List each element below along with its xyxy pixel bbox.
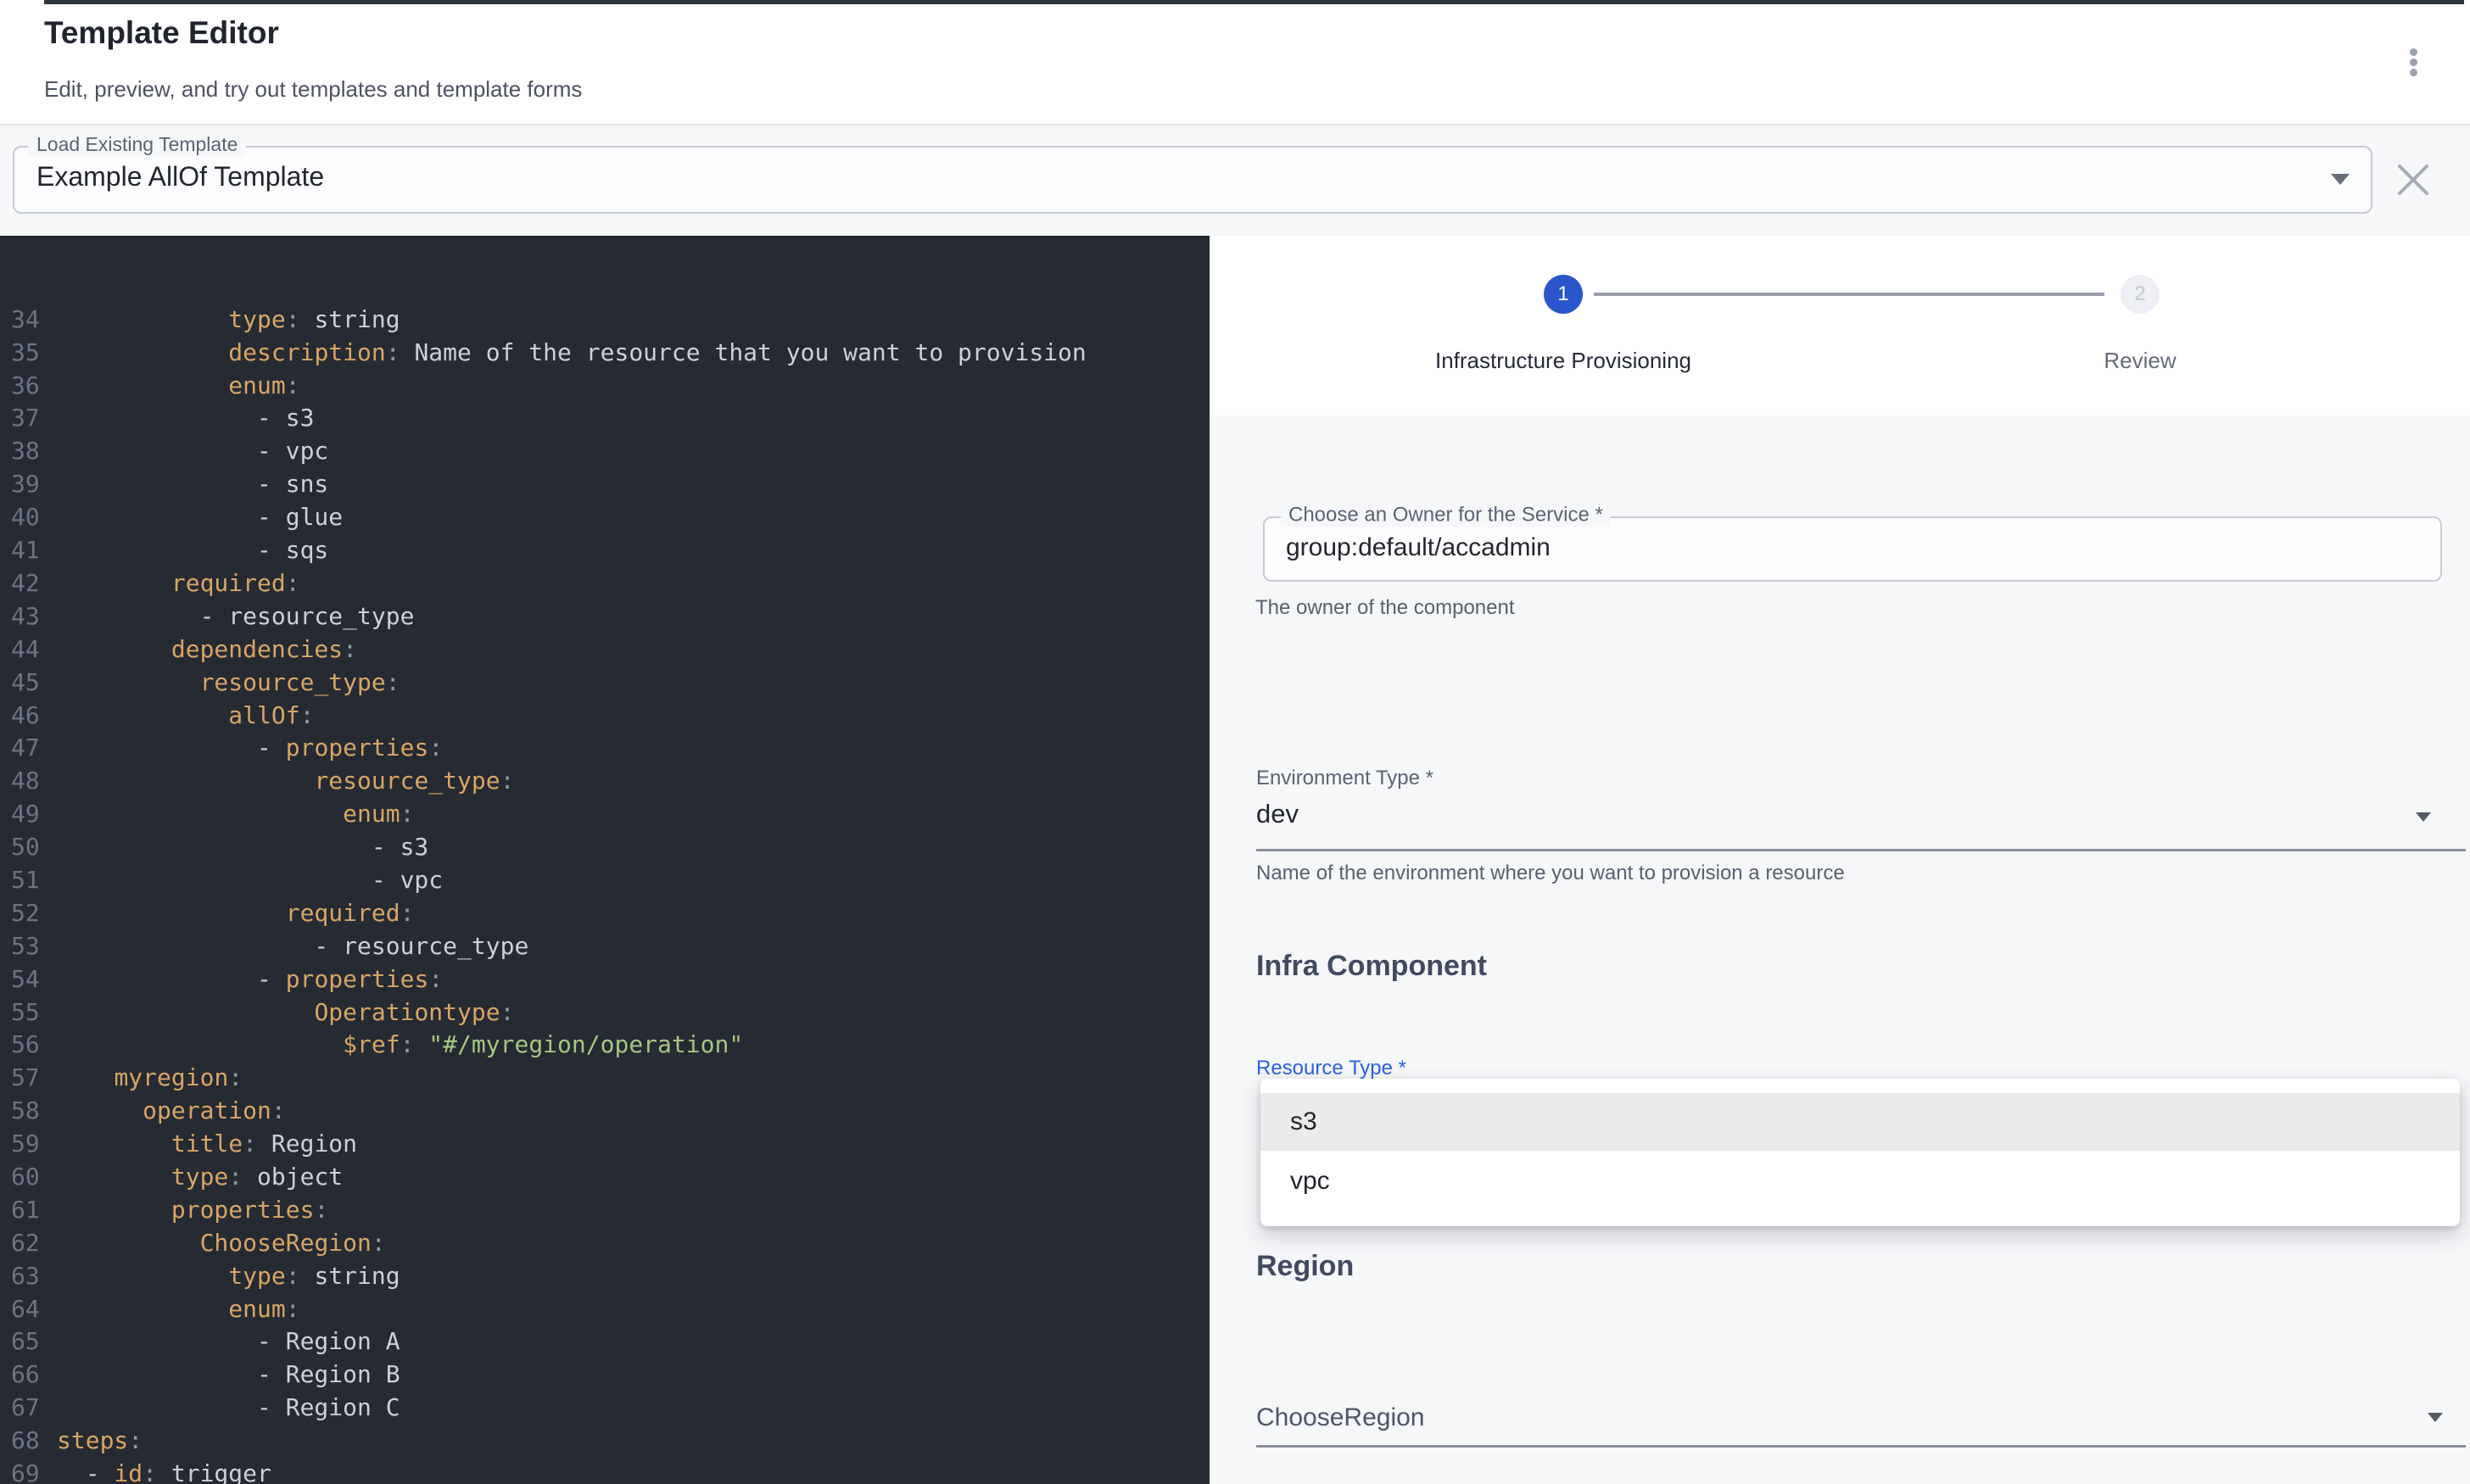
code-line: 35 description: Name of the resource tha…	[0, 337, 1210, 370]
code-line: 56 $ref: "#/myregion/operation"	[0, 1029, 1210, 1062]
chevron-down-icon	[2331, 174, 2350, 185]
menu-option-vpc[interactable]: vpc	[1260, 1151, 2460, 1212]
environment-type-label: Environment Type *	[1256, 767, 1433, 790]
chevron-down-icon	[2428, 1413, 2443, 1422]
resource-type-label: Resource Type *	[1256, 1057, 1406, 1080]
code-line: 46 allOf:	[0, 700, 1210, 733]
code-line: 42 required:	[0, 567, 1210, 600]
choose-region-underline	[1256, 1445, 2466, 1448]
code-line: 53 - resource_type	[0, 930, 1210, 963]
load-template-select[interactable]	[13, 146, 2372, 214]
stepper-panel	[1210, 236, 2470, 416]
load-template-value: Example AllOf Template	[36, 161, 324, 192]
choose-region-select[interactable]: ChooseRegion	[1256, 1403, 1424, 1432]
code-line: 44 dependencies:	[0, 633, 1210, 667]
code-line: 43 - resource_type	[0, 600, 1210, 633]
code-line: 55 Operationtype:	[0, 996, 1210, 1029]
owner-label: Choose an Owner for the Service *	[1281, 504, 1611, 527]
code-line: 37 - s3	[0, 402, 1210, 435]
code-line: 54 - properties:	[0, 963, 1210, 996]
code-line: 63 type: string	[0, 1260, 1210, 1293]
code-line: 51 - vpc	[0, 864, 1210, 897]
code-line: 39 - sns	[0, 468, 1210, 501]
code-line: 67 - Region C	[0, 1392, 1210, 1425]
code-line: 34 type: string	[0, 304, 1210, 337]
more-options-button[interactable]	[2397, 41, 2431, 86]
code-line: 48 resource_type:	[0, 765, 1210, 798]
owner-value: group:default/accadmin	[1286, 533, 1551, 562]
code-line: 61 properties:	[0, 1194, 1210, 1227]
code-line: 65 - Region A	[0, 1325, 1210, 1358]
code-line: 38 - vpc	[0, 435, 1210, 468]
code-line: 40 - glue	[0, 501, 1210, 534]
region-heading: Region	[1256, 1250, 1354, 1283]
code-line: 41 - sqs	[0, 534, 1210, 567]
owner-helper-text: The owner of the component	[1255, 596, 1515, 620]
code-line: 49 enum:	[0, 798, 1210, 831]
menu-option-s3[interactable]: s3	[1260, 1093, 2460, 1151]
yaml-code-editor[interactable]: 34 type: string35 description: Name of t…	[0, 236, 1210, 1484]
code-line: 58 operation:	[0, 1095, 1210, 1128]
step-1-label[interactable]: Infrastructure Provisioning	[1385, 348, 1741, 374]
code-line: 57 myregion:	[0, 1062, 1210, 1095]
page-title: Template Editor	[44, 15, 279, 51]
page-subtitle: Edit, preview, and try out templates and…	[44, 76, 582, 103]
code-line: 47 - properties:	[0, 732, 1210, 765]
environment-type-select[interactable]: dev	[1256, 799, 1299, 829]
code-line: 45 resource_type:	[0, 667, 1210, 700]
step-2-indicator[interactable]: 2	[2121, 275, 2160, 314]
resource-type-dropdown-menu: s3 vpc	[1260, 1079, 2460, 1226]
chevron-down-icon	[2416, 812, 2431, 822]
code-line: 64 enum:	[0, 1293, 1210, 1326]
code-line: 68steps:	[0, 1425, 1210, 1458]
code-line: 69 - id: trigger	[0, 1458, 1210, 1484]
window-top-accent	[44, 0, 2464, 4]
step-1-indicator[interactable]: 1	[1544, 275, 1583, 314]
load-template-label: Load Existing Template	[28, 133, 246, 156]
code-line: 60 type: object	[0, 1161, 1210, 1194]
template-editor-page: Template Editor Edit, preview, and try o…	[0, 0, 2470, 1484]
code-line: 66 - Region B	[0, 1358, 1210, 1392]
stepper-connector	[1594, 293, 2104, 296]
code-lines: 34 type: string35 description: Name of t…	[0, 304, 1210, 1484]
environment-underline	[1256, 849, 2466, 851]
vertical-dots-icon	[2410, 48, 2417, 56]
code-line: 36 enum:	[0, 370, 1210, 403]
infra-component-heading: Infra Component	[1256, 950, 1487, 983]
environment-helper-text: Name of the environment where you want t…	[1256, 862, 1845, 885]
code-line: 59 title: Region	[0, 1128, 1210, 1161]
code-line: 52 required:	[0, 897, 1210, 930]
step-2-label[interactable]: Review	[2013, 348, 2267, 374]
clear-template-button[interactable]	[2392, 159, 2434, 201]
code-line: 62 ChooseRegion:	[0, 1227, 1210, 1260]
code-line: 50 - s3	[0, 831, 1210, 864]
